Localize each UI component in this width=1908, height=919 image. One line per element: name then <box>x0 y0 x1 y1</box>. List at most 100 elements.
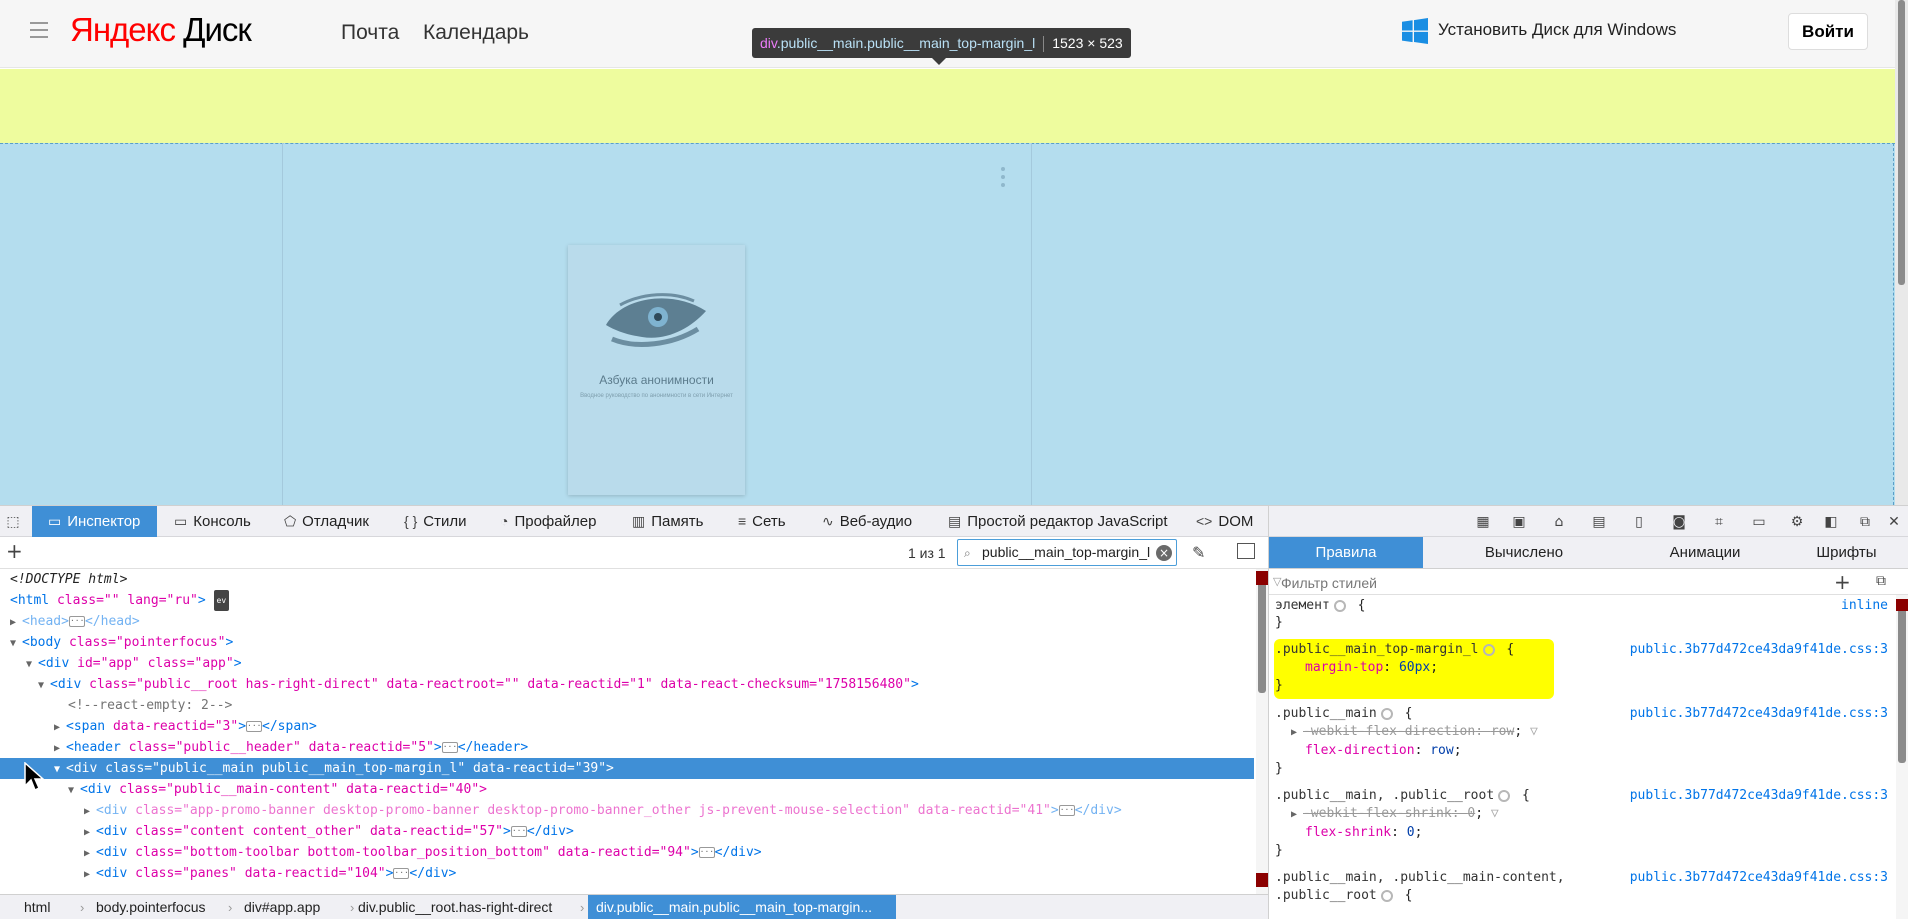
tree-row[interactable]: ▶ <span data-reactid="3">···</span> <box>0 716 1254 737</box>
rule-source[interactable]: public.3b77d472ce43da9f41de.css:3 <box>1630 867 1888 888</box>
tab-label: Веб-аудио <box>839 513 913 530</box>
breadcrumb-item[interactable]: div.public__root.has-right-direct <box>350 895 560 919</box>
separate-window-icon[interactable]: ⧉ <box>1856 513 1874 531</box>
tree-row[interactable]: ▶ <div class="bottom-toolbar bottom-toolb… <box>0 842 1254 863</box>
style-filter-row: ▽ <box>1269 569 1908 595</box>
rule-declaration-overridden[interactable]: ▶ -webkit-flex-shrink: 0; ▽ <box>1291 803 1499 824</box>
dock-side-icon[interactable]: ◧ <box>1822 513 1840 531</box>
book-cover[interactable]: Азбука анонимности Вводное руководство п… <box>568 245 745 495</box>
page-scrollbar[interactable] <box>1895 0 1908 505</box>
more-options-icon[interactable] <box>1000 166 1006 188</box>
tab-computed[interactable]: Вычислено <box>1423 537 1625 568</box>
tab-profiler[interactable]: ◔ Профайлер <box>500 506 596 537</box>
clear-search-icon[interactable]: × <box>1156 545 1172 561</box>
tab-fonts[interactable]: Шрифты <box>1785 537 1908 568</box>
tab-rules[interactable]: Правила <box>1269 537 1423 568</box>
nav-calendar-link[interactable]: Календарь <box>423 21 529 45</box>
tree-row[interactable]: <html class="" lang="ru"> ev <box>0 590 1254 611</box>
tree-row[interactable]: ▶ <head>···</head> <box>0 611 1254 632</box>
style-editor-icon: { } <box>404 513 418 529</box>
tab-label: Простой редактор JavaScript <box>967 513 1168 530</box>
breadcrumb-item[interactable]: body.pointerfocus <box>88 895 213 919</box>
measure-icon[interactable]: ⌗ <box>1710 513 1728 531</box>
book-title: Азбука анонимности <box>599 373 714 387</box>
search-icon: ⌕ <box>964 546 971 560</box>
ruler-icon[interactable]: ▭ <box>1750 513 1768 531</box>
screenshot-icon[interactable]: ◙ <box>1670 513 1688 531</box>
book-subtitle: Вводное руководство по анонимности в сет… <box>580 393 733 399</box>
event-badge[interactable]: ev <box>213 590 230 611</box>
tab-label: Сеть <box>752 513 786 530</box>
profiler-icon: ◔ <box>500 513 509 529</box>
markup-search-box[interactable]: ⌕ × <box>957 539 1177 566</box>
login-button[interactable]: Войти <box>1788 13 1868 50</box>
tab-web-audio[interactable]: ∿ Веб-аудио <box>822 506 912 537</box>
highlighter-tooltip: div.public__main.public__main_top-margin… <box>752 28 1131 65</box>
tree-row[interactable]: ▼ <div class="public__main-content" data-… <box>0 779 1254 800</box>
paint-flashing-icon[interactable]: ⌂ <box>1550 513 1568 531</box>
nav-mail-link[interactable]: Почта <box>341 21 399 45</box>
tab-label: Отладчик <box>302 513 369 530</box>
rule-selector[interactable]: .public__root { <box>1275 885 1412 906</box>
rule-declaration[interactable]: margin-top: 60px; <box>1305 657 1438 678</box>
tab-console[interactable]: ▭ Консоль <box>174 506 251 537</box>
tooltip-dimensions: 1523 × 523 <box>1052 35 1123 51</box>
rule-declaration[interactable]: flex-direction: row; <box>1305 740 1462 761</box>
toggle-pseudo-class-icon[interactable]: ⧉ <box>1876 573 1886 589</box>
breadcrumb: html › body.pointerfocus › div#app.app ›… <box>0 894 1268 919</box>
tab-scratchpad[interactable]: ▤ Простой редактор JavaScript <box>948 506 1168 537</box>
tab-style-editor[interactable]: { } Стили <box>404 506 466 537</box>
tab-debugger[interactable]: ⬠ Отладчик <box>284 506 369 537</box>
tree-row[interactable]: ▶ <div class="content content_other" data… <box>0 821 1254 842</box>
breadcrumb-item[interactable]: div#app.app <box>236 895 328 919</box>
pick-element-icon[interactable]: ⬚ <box>4 513 22 531</box>
markup-search-input[interactable] <box>982 544 1152 560</box>
tree-row[interactable]: <!--react-empty: 2--> <box>0 695 1254 716</box>
tree-row[interactable]: ▼ <div class="public__root has-right-dire… <box>0 674 1254 695</box>
breadcrumb-item-active[interactable]: div.public__main.public__main_top-margin… <box>588 895 896 919</box>
rule-declaration-overridden[interactable]: ▶ -webkit-flex-direction: row; ▽ <box>1291 721 1538 742</box>
tree-row[interactable]: ▼ <body class="pointerfocus"> <box>0 632 1254 653</box>
tab-memory[interactable]: ▥ Память <box>632 506 703 537</box>
add-node-button[interactable]: + <box>6 539 23 563</box>
tree-row[interactable]: ▶ <div class="panes" data-reactid="104">·… <box>0 863 1254 884</box>
rule-declaration[interactable]: flex-shrink: 0; <box>1305 822 1422 843</box>
rule-source[interactable]: public.3b77d472ce43da9f41de.css:3 <box>1630 703 1888 724</box>
rule-source[interactable]: inline <box>1841 595 1888 616</box>
rules-scrollbar[interactable] <box>1896 595 1908 919</box>
windows-icon <box>1402 18 1428 44</box>
tab-inspector[interactable]: ▭ Инспектор <box>32 506 157 537</box>
add-rule-button[interactable]: + <box>1834 570 1851 594</box>
install-disk-link[interactable]: Установить Диск для Windows <box>1438 20 1676 40</box>
scratch-icon[interactable]: ▤ <box>1590 513 1608 531</box>
tab-animations[interactable]: Анимации <box>1625 537 1785 568</box>
tree-row[interactable]: <!DOCTYPE html> <box>0 569 1254 590</box>
rule-source[interactable]: public.3b77d472ce43da9f41de.css:3 <box>1630 639 1888 660</box>
web-audio-icon: ∿ <box>822 513 834 529</box>
tree-row[interactable]: ▶ <header class="public__header" data-rea… <box>0 737 1254 758</box>
close-icon[interactable]: ✕ <box>1885 513 1903 531</box>
breadcrumb-item[interactable]: html <box>16 895 58 919</box>
tab-network[interactable]: ≡ Сеть <box>738 506 786 537</box>
rule-source[interactable]: public.3b77d472ce43da9f41de.css:3 <box>1630 785 1888 806</box>
toggle-sidebar-icon[interactable] <box>1237 543 1255 559</box>
layout-icon[interactable]: ▦ <box>1474 513 1492 531</box>
menu-icon[interactable] <box>28 18 52 42</box>
tree-row[interactable]: ▶ <div class="app-promo-banner desktop-pr… <box>0 800 1254 821</box>
overridden-filter-icon: ▽ <box>1529 724 1538 739</box>
memory-icon: ▥ <box>632 513 646 529</box>
rule-selector[interactable]: элемент { <box>1275 595 1365 616</box>
responsive-mode-icon[interactable]: ▯ <box>1630 513 1648 531</box>
tab-label: Память <box>651 513 704 530</box>
style-filter-input[interactable] <box>1281 573 1731 593</box>
markup-scrollbar[interactable] <box>1256 569 1268 894</box>
tree-row[interactable]: ▼ <div id="app" class="app"> <box>0 653 1254 674</box>
eyedropper-icon[interactable]: ✎ <box>1192 543 1205 562</box>
yandex-disk-logo[interactable]: Яндекс Диск <box>70 11 252 49</box>
tree-row-selected[interactable]: ▼ <div class="public__main public__main_t… <box>0 758 1254 779</box>
settings-icon[interactable]: ⚙ <box>1788 513 1806 531</box>
highlight-edge <box>1893 143 1894 505</box>
eye-artwork-icon <box>606 293 706 347</box>
tab-dom[interactable]: <> DOM <box>1196 506 1253 537</box>
split-console-icon[interactable]: ▣ <box>1510 513 1528 531</box>
